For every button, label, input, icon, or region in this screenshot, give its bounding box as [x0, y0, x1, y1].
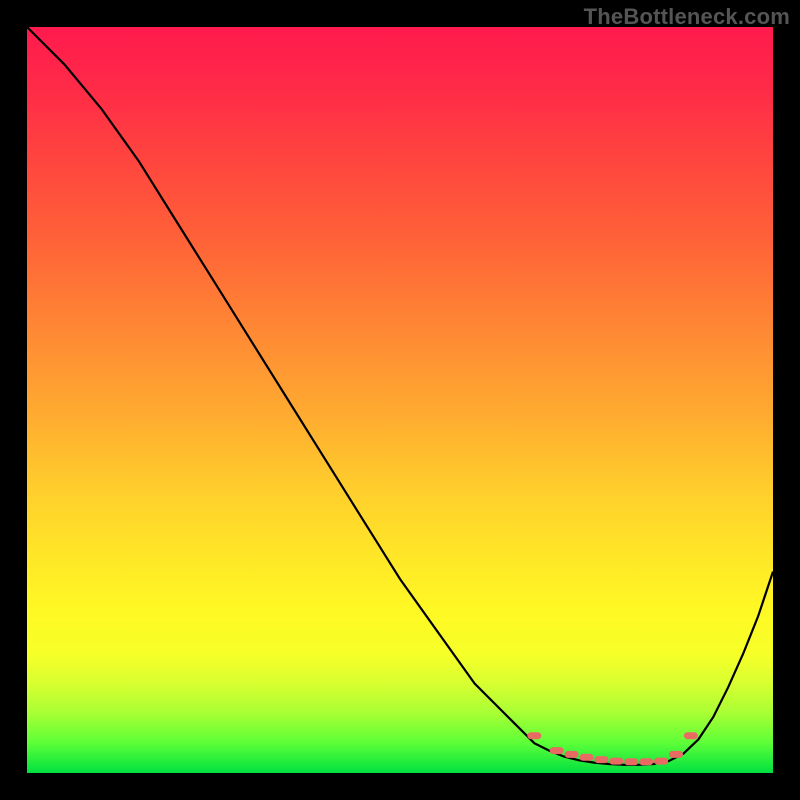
chart-svg — [27, 27, 773, 773]
plot-area — [27, 27, 773, 773]
bottleneck-curve — [27, 27, 773, 765]
curve-marker — [669, 751, 683, 758]
curve-marker — [624, 758, 638, 765]
curve-marker — [654, 758, 668, 765]
chart-frame: TheBottleneck.com — [0, 0, 800, 800]
watermark-label: TheBottleneck.com — [584, 4, 790, 30]
curve-marker — [580, 754, 594, 761]
curve-marker — [565, 751, 579, 758]
curve-marker — [550, 747, 564, 754]
curve-marker — [527, 732, 541, 739]
curve-marker — [594, 756, 608, 763]
curve-marker — [609, 758, 623, 765]
curve-marker — [639, 758, 653, 765]
curve-marker — [684, 732, 698, 739]
